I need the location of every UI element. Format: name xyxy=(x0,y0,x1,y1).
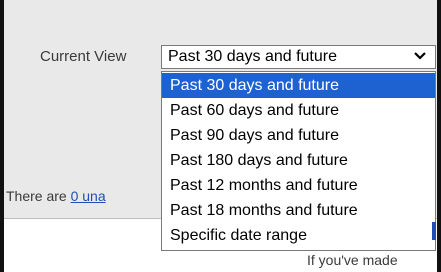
current-view-selected-value: Past 30 days and future xyxy=(168,48,337,65)
status-prefix: There are xyxy=(6,188,71,204)
current-view-label: Current View xyxy=(40,48,127,65)
option-past-60-days[interactable]: Past 60 days and future xyxy=(162,98,435,123)
option-past-180-days[interactable]: Past 180 days and future xyxy=(162,148,435,173)
partial-bottom-text: If you've made xyxy=(307,252,398,268)
option-past-30-days[interactable]: Past 30 days and future xyxy=(162,73,435,98)
current-view-dropdown-list: Past 30 days and future Past 60 days and… xyxy=(161,71,436,251)
current-view-select[interactable]: Past 30 days and future xyxy=(161,45,436,69)
option-past-12-months[interactable]: Past 12 months and future xyxy=(162,173,435,198)
option-past-90-days[interactable]: Past 90 days and future xyxy=(162,123,435,148)
right-frame-border xyxy=(437,0,441,272)
unassigned-count-link[interactable]: 0 una xyxy=(71,188,106,204)
status-text: There are 0 una xyxy=(6,188,106,204)
partial-link-edge xyxy=(432,222,436,240)
option-past-18-months[interactable]: Past 18 months and future xyxy=(162,198,435,223)
chevron-down-icon xyxy=(414,52,426,60)
option-specific-date-range[interactable]: Specific date range xyxy=(162,223,435,248)
